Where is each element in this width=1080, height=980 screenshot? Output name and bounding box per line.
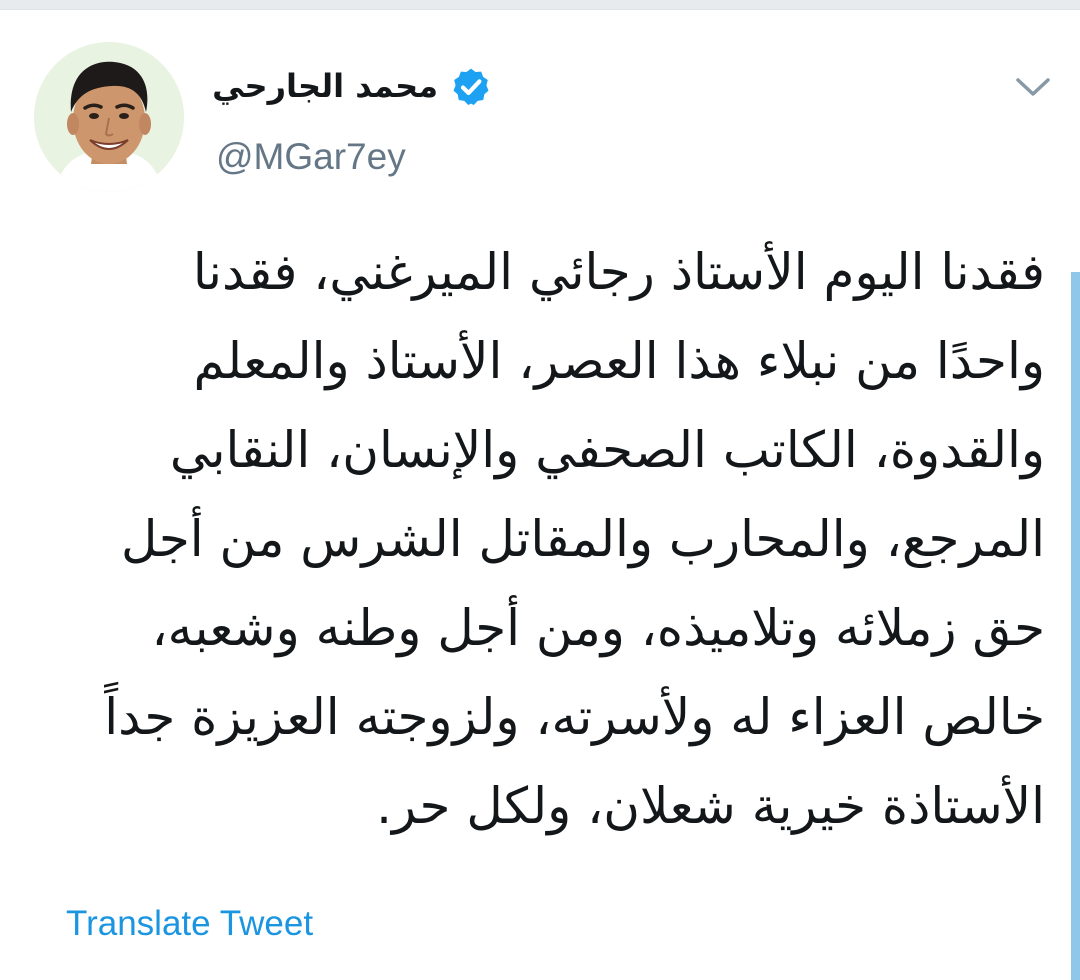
scrollbar[interactable] <box>1071 272 1080 980</box>
verified-badge-icon <box>453 68 489 106</box>
user-handle[interactable]: @MGar7ey <box>216 133 406 181</box>
profile-photo-icon <box>34 42 184 192</box>
display-name[interactable]: محمد الجارحي <box>212 62 438 110</box>
translate-tweet-link[interactable]: Translate Tweet <box>66 900 313 948</box>
chevron-down-icon[interactable] <box>1010 72 1056 102</box>
tweet-screen: محمد الجارحي @MGar7ey فقدنا اليوم الأستا… <box>0 0 1080 980</box>
avatar[interactable] <box>34 42 184 192</box>
tweet-text: فقدنا اليوم الأستاذ رجائي الميرغني، فقدن… <box>104 243 1045 835</box>
top-divider <box>0 0 1080 10</box>
